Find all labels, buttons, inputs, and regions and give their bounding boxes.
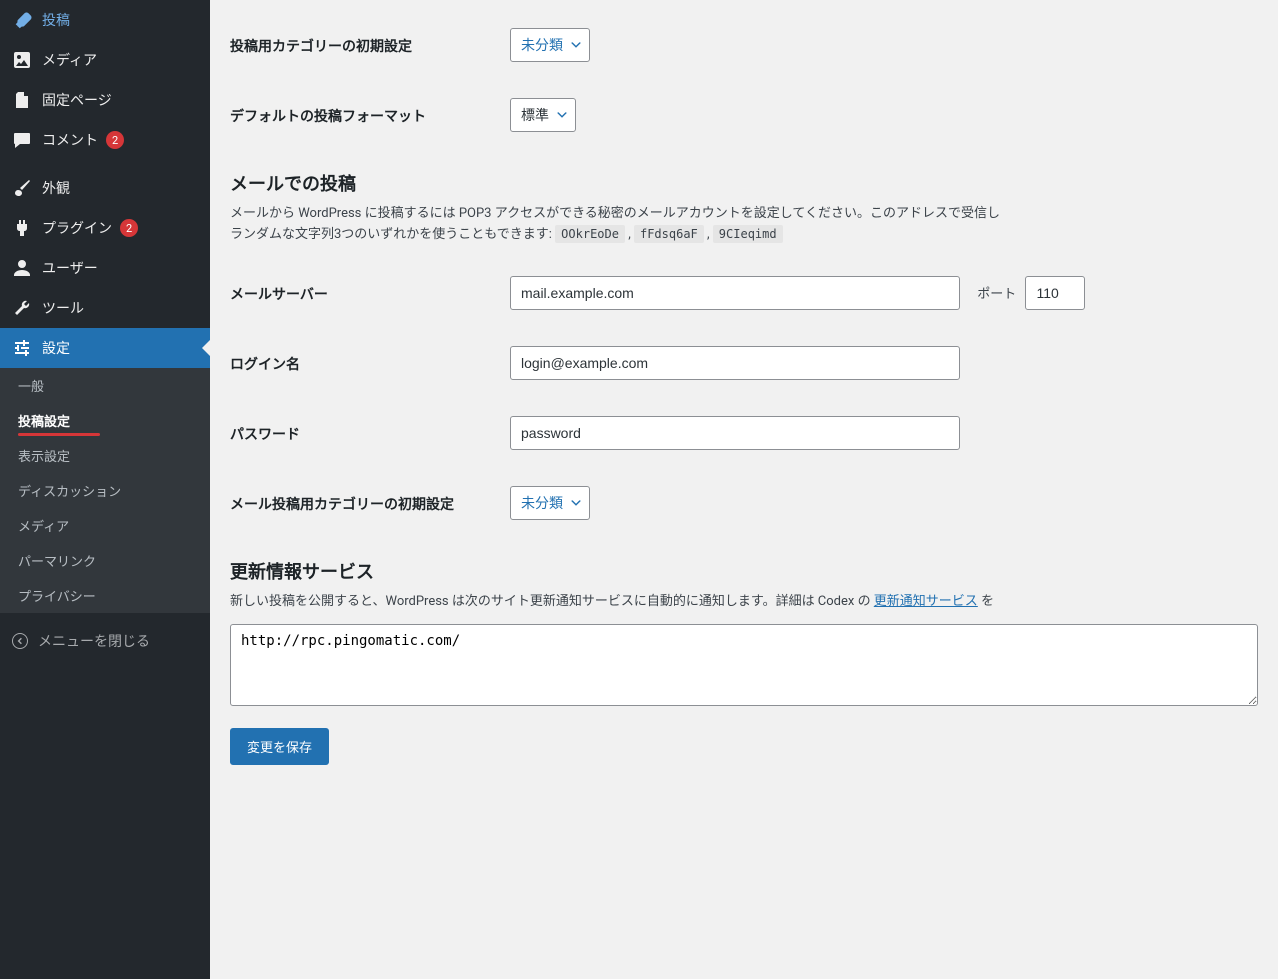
port-label: ポート xyxy=(977,287,1016,302)
submenu-general[interactable]: 一般 xyxy=(0,368,210,403)
wrench-icon xyxy=(12,298,32,318)
default-format-label: デフォルトの投稿フォーマット xyxy=(230,98,510,126)
password-label: パスワード xyxy=(230,416,510,444)
pin-icon xyxy=(12,10,32,30)
sliders-icon xyxy=(12,338,32,358)
sidebar-label: 設定 xyxy=(42,338,70,358)
random-string-3: 9CIeqimd xyxy=(713,225,783,243)
sidebar-item-pages[interactable]: 固定ページ xyxy=(0,80,210,120)
media-icon xyxy=(12,50,32,70)
random-string-2: fFdsq6aF xyxy=(634,225,704,243)
default-format-select[interactable]: 標準 xyxy=(510,98,576,132)
sidebar-label: メディア xyxy=(42,50,97,70)
sidebar-item-plugins[interactable]: プラグイン 2 xyxy=(0,208,210,248)
sidebar-item-media[interactable]: メディア xyxy=(0,40,210,80)
collapse-icon xyxy=(12,633,28,649)
random-string-1: OOkrEoDe xyxy=(555,225,625,243)
user-icon xyxy=(12,258,32,278)
sidebar-item-comments[interactable]: コメント 2 xyxy=(0,120,210,160)
sidebar-item-users[interactable]: ユーザー xyxy=(0,248,210,288)
mail-category-label: メール投稿用カテゴリーの初期設定 xyxy=(230,486,510,514)
comment-icon xyxy=(12,130,32,150)
plugins-count-badge: 2 xyxy=(120,219,138,237)
login-name-input[interactable] xyxy=(510,346,960,380)
submenu-reading[interactable]: 表示設定 xyxy=(0,438,210,473)
default-category-label: 投稿用カテゴリーの初期設定 xyxy=(230,28,510,56)
submenu-discussion[interactable]: ディスカッション xyxy=(0,473,210,508)
password-input[interactable] xyxy=(510,416,960,450)
submenu-media[interactable]: メディア xyxy=(0,508,210,543)
sidebar-item-settings[interactable]: 設定 xyxy=(0,328,210,368)
collapse-label: メニューを閉じる xyxy=(38,631,150,651)
brush-icon xyxy=(12,178,32,198)
settings-submenu: 一般 投稿設定 表示設定 ディスカッション メディア パーマリンク プライバシー xyxy=(0,368,210,613)
collapse-menu[interactable]: メニューを閉じる xyxy=(0,621,210,661)
default-category-select[interactable]: 未分類 xyxy=(510,28,590,62)
comments-count-badge: 2 xyxy=(106,131,124,149)
mail-post-description: メールから WordPress に投稿するには POP3 アクセスができる秘密の… xyxy=(230,204,1258,246)
pages-icon xyxy=(12,90,32,110)
sidebar-label: プラグイン xyxy=(42,218,112,238)
mail-server-label: メールサーバー xyxy=(230,276,510,304)
sidebar-label: 固定ページ xyxy=(42,90,112,110)
settings-content: 投稿用カテゴリーの初期設定 未分類 デフォルトの投稿フォーマット 標準 メールで… xyxy=(210,0,1278,979)
submenu-permalink[interactable]: パーマリンク xyxy=(0,543,210,578)
sidebar-label: 投稿 xyxy=(42,10,70,30)
sidebar-label: コメント xyxy=(42,130,98,150)
sidebar-item-tools[interactable]: ツール xyxy=(0,288,210,328)
sidebar-item-appearance[interactable]: 外観 xyxy=(0,168,210,208)
update-services-link[interactable]: 更新通知サービス xyxy=(874,594,978,609)
save-button[interactable]: 変更を保存 xyxy=(230,728,329,765)
sidebar-label: ユーザー xyxy=(42,258,98,278)
sidebar-item-posts[interactable]: 投稿 xyxy=(0,0,210,40)
plug-icon xyxy=(12,218,32,238)
mail-post-heading: メールでの投稿 xyxy=(230,170,1258,196)
login-name-label: ログイン名 xyxy=(230,346,510,374)
update-services-heading: 更新情報サービス xyxy=(230,558,1258,584)
sidebar-label: ツール xyxy=(42,298,84,318)
sidebar-label: 外観 xyxy=(42,178,70,198)
mail-server-input[interactable] xyxy=(510,276,960,310)
update-services-description: 新しい投稿を公開すると、WordPress は次のサイト更新通知サービスに自動的… xyxy=(230,592,1258,613)
submenu-writing[interactable]: 投稿設定 xyxy=(0,403,210,438)
ping-services-textarea[interactable]: http://rpc.pingomatic.com/ xyxy=(230,624,1258,706)
admin-sidebar: 投稿 メディア 固定ページ コメント 2 外観 プラグイン 2 ユーザー xyxy=(0,0,210,979)
submenu-privacy[interactable]: プライバシー xyxy=(0,578,210,613)
port-input[interactable] xyxy=(1025,276,1085,310)
mail-category-select[interactable]: 未分類 xyxy=(510,486,590,520)
